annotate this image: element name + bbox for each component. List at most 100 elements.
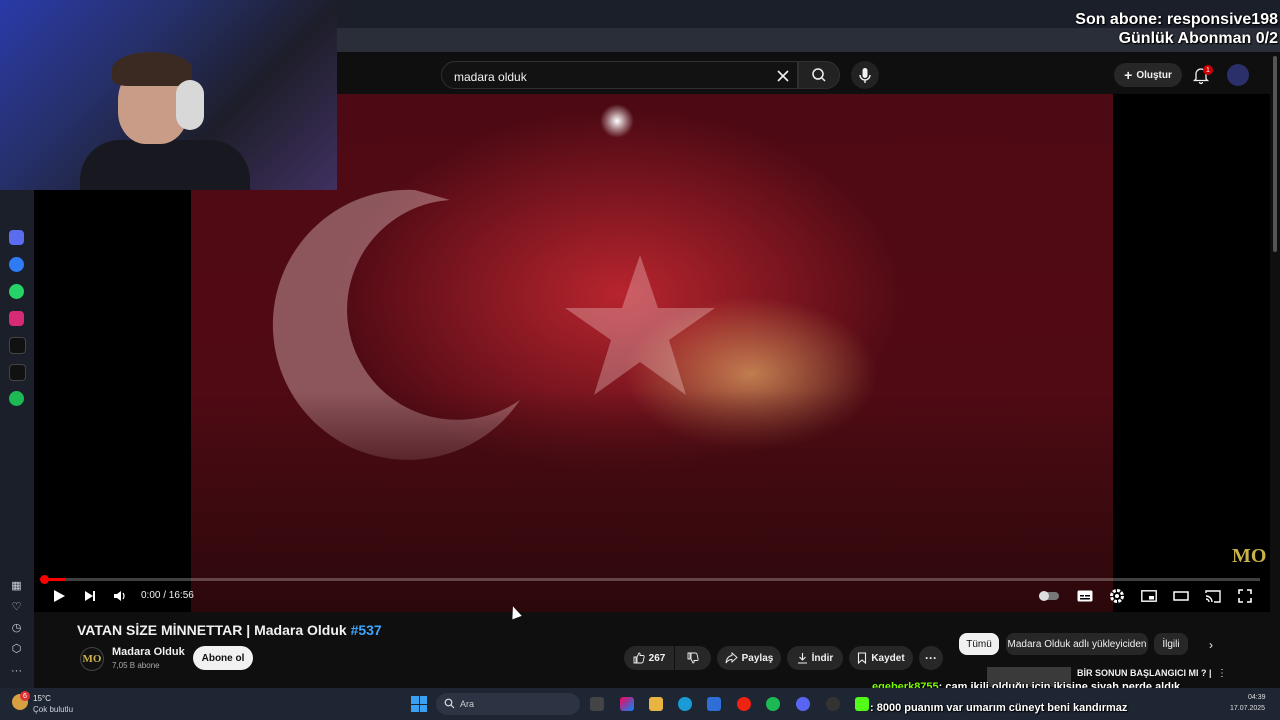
fullscreen-icon [1238, 589, 1252, 603]
plus-icon: + [1124, 67, 1133, 83]
settings-button[interactable] [1106, 586, 1128, 606]
chevron-right-icon[interactable]: › [1202, 636, 1220, 654]
more-dots-icon[interactable]: ··· [9, 664, 24, 679]
share-label: Paylaş [741, 652, 774, 664]
bookmark-icon [858, 652, 867, 664]
microphone-icon [859, 68, 871, 83]
store-icon[interactable] [707, 697, 721, 711]
like-button[interactable]: 267 [624, 646, 674, 670]
browser-sidebar: ▦ ♡ ◷ ⬡ ··· [0, 190, 34, 688]
theater-mode-button[interactable] [1170, 586, 1192, 606]
obs-icon[interactable] [826, 697, 840, 711]
progress-bar[interactable] [44, 578, 1260, 581]
video-title-text: VATAN SİZE MİNNETTAR | Madara Olduk [77, 622, 347, 638]
subscribe-button[interactable]: Abone ol [193, 646, 253, 670]
progress-scrubber[interactable] [40, 575, 49, 584]
skip-next-icon [85, 591, 95, 601]
mute-button[interactable] [109, 586, 131, 606]
x-twitter-icon[interactable] [9, 364, 26, 381]
theater-icon [1173, 591, 1189, 601]
history-icon[interactable]: ◷ [9, 621, 24, 636]
download-label: İndir [811, 652, 834, 664]
opera-icon[interactable] [737, 697, 751, 711]
share-button[interactable]: Paylaş [717, 646, 781, 670]
webcam-overlay [0, 0, 337, 190]
download-icon [797, 653, 807, 664]
taskbar-search[interactable] [436, 693, 580, 715]
channel-avatar[interactable]: MO [80, 647, 104, 671]
more-vertical-icon[interactable]: ⋮ [1217, 668, 1227, 679]
tiktok-icon[interactable] [9, 337, 26, 354]
notification-badge: 1 [1203, 65, 1213, 75]
video-title: VATAN SİZE MİNNETTAR | Madara Olduk #537 [77, 622, 382, 638]
subscriber-count: 7,05 B abone [112, 661, 160, 670]
copilot-icon[interactable] [620, 697, 634, 711]
chat-message: : 8000 puanım var umarım cüneyt beni kan… [870, 702, 1127, 714]
taskbar-search-icon [444, 698, 455, 709]
gear-icon [1110, 589, 1124, 603]
thumbs-down-icon [687, 652, 699, 664]
save-button[interactable]: Kaydet [849, 646, 913, 670]
spotify-icon[interactable] [9, 391, 24, 406]
grid-icon[interactable]: ▦ [9, 579, 24, 594]
task-view-icon[interactable] [590, 697, 604, 711]
video-hashtag[interactable]: #537 [351, 622, 382, 638]
channel-name[interactable]: Madara Olduk [112, 646, 185, 658]
create-button[interactable]: + Oluştur [1114, 63, 1182, 87]
subtitles-button[interactable] [1074, 586, 1096, 606]
search-button[interactable] [798, 61, 840, 89]
search-icon [812, 68, 826, 82]
download-button[interactable]: İndir [787, 646, 843, 670]
more-horizontal-icon: ··· [925, 651, 937, 665]
cast-button[interactable] [1202, 586, 1224, 606]
fullscreen-button[interactable] [1234, 586, 1256, 606]
messenger-icon[interactable] [9, 257, 24, 272]
account-avatar[interactable] [1227, 64, 1249, 86]
discord-icon[interactable] [796, 697, 810, 711]
subscriber-overlay: Son abone: responsive198 Günlük Abonman … [1018, 10, 1278, 48]
subtitles-icon [1077, 590, 1093, 602]
instagram-icon[interactable] [9, 311, 24, 326]
chip-from-uploader[interactable]: Madara Olduk adlı yükleyiciden [1006, 633, 1148, 655]
windows-start-icon[interactable] [411, 696, 427, 712]
search-box[interactable] [441, 61, 798, 89]
dislike-button[interactable] [675, 646, 711, 670]
weather-description[interactable]: Çok bulutlu [33, 705, 73, 714]
kick-icon[interactable] [855, 697, 869, 711]
clock-date[interactable]: 17.07.2025 [1230, 705, 1265, 712]
miniplayer-button[interactable] [1138, 586, 1160, 606]
close-icon[interactable] [773, 66, 793, 86]
weather-temperature[interactable]: 15°C [33, 694, 51, 703]
search-input[interactable] [452, 67, 776, 87]
time-display: 0:00 / 16:56 [141, 590, 194, 601]
taskbar-search-label: Ara [460, 699, 475, 709]
file-explorer-icon[interactable] [649, 697, 663, 711]
star-overlay [565, 255, 715, 395]
spotify-taskbar-icon[interactable] [766, 697, 780, 711]
voice-search-button[interactable] [851, 61, 879, 89]
clock-time[interactable]: 04:39 [1248, 694, 1266, 701]
miniplayer-icon [1141, 590, 1157, 602]
create-label: Oluştur [1136, 69, 1172, 81]
chat-text: : 8000 puanım var umarım cüneyt beni kan… [870, 702, 1128, 714]
chip-all[interactable]: Tümü [959, 633, 999, 655]
whatsapp-icon[interactable] [9, 284, 24, 299]
more-actions-button[interactable]: ··· [919, 646, 943, 670]
aria-icon[interactable] [9, 230, 24, 245]
save-label: Kaydet [871, 652, 905, 664]
autoplay-toggle[interactable] [1038, 586, 1060, 606]
heart-icon[interactable]: ♡ [9, 600, 24, 615]
recommendation-title[interactable]: BİR SONUN BAŞLANGICI MI ? | [1077, 668, 1212, 678]
play-button[interactable] [48, 586, 70, 606]
light-flare [600, 104, 634, 138]
volume-icon [114, 591, 125, 601]
page-scrollbar[interactable] [1270, 52, 1280, 252]
cube-icon[interactable]: ⬡ [9, 642, 24, 657]
like-count: 267 [648, 652, 666, 664]
last-subscriber-text: Son abone: responsive198 [1075, 11, 1278, 28]
edge-icon[interactable] [678, 697, 692, 711]
next-button[interactable] [79, 586, 101, 606]
channel-watermark: MO [1232, 545, 1267, 567]
weather-badge: 6 [20, 691, 30, 701]
chip-related[interactable]: İlgili [1154, 633, 1188, 655]
